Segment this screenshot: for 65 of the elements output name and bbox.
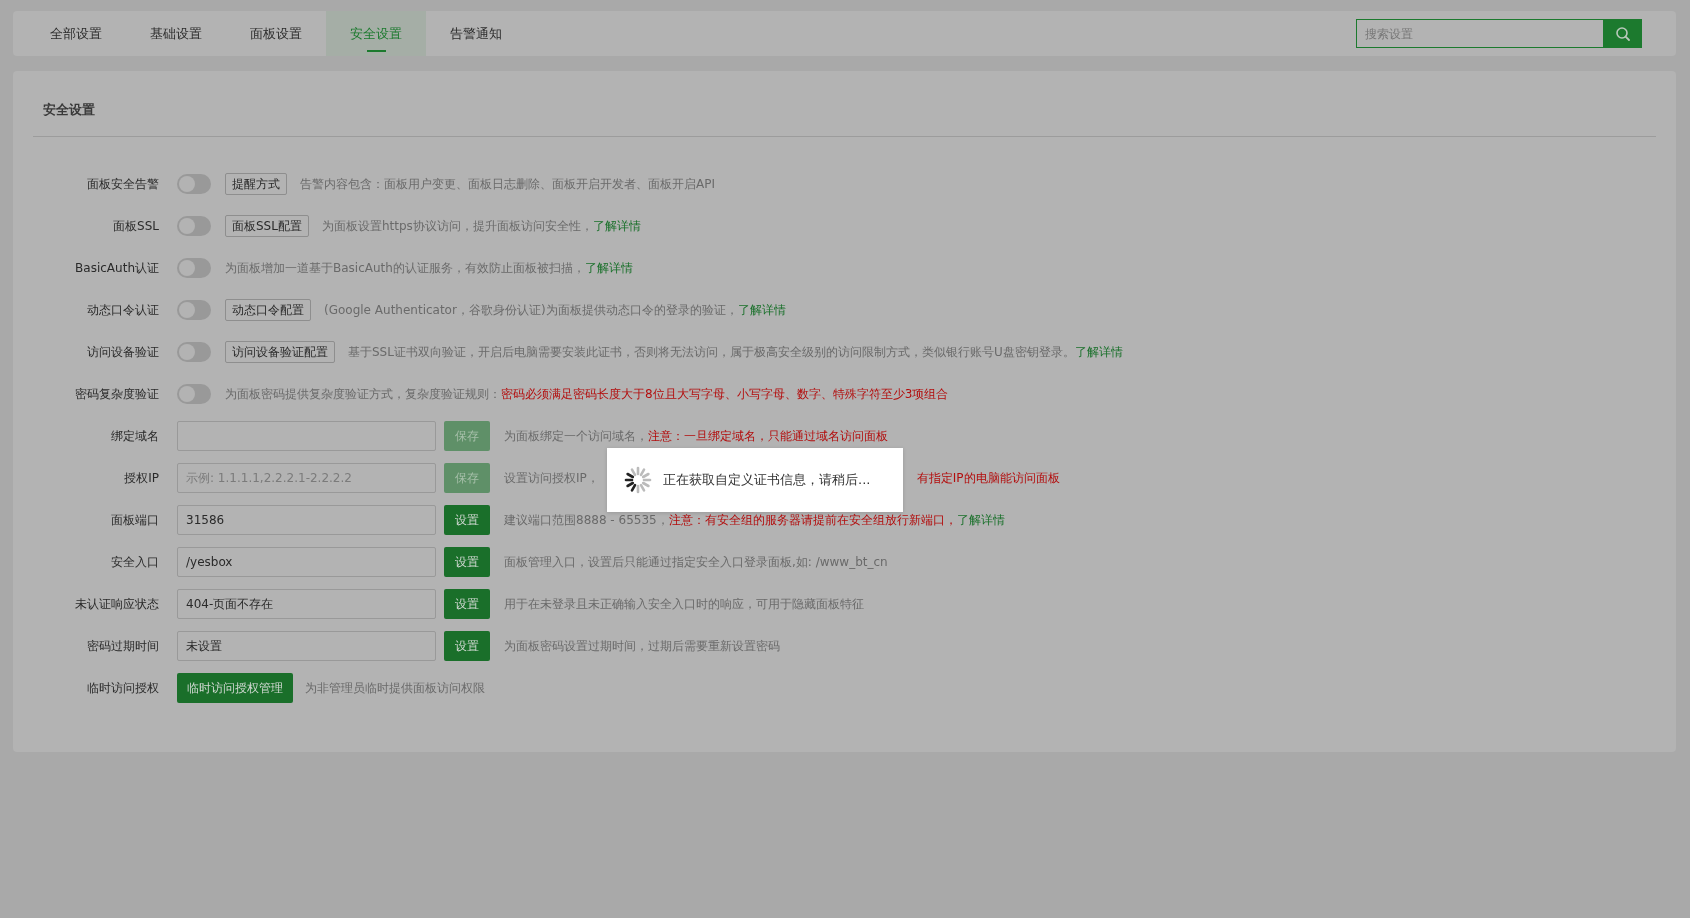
settings-tab[interactable]: 安全设置 — [326, 11, 426, 56]
description-text: 面板管理入口，设置后只能通过指定安全入口登录面板,如: /www_bt_cn — [504, 553, 888, 571]
section-title: 安全设置 — [42, 101, 95, 119]
settings-tab[interactable]: 面板设置 — [226, 11, 326, 56]
setting-label: 面板安全告警 — [86, 175, 159, 193]
search-button[interactable] — [1604, 19, 1642, 48]
settings-tab[interactable]: 基础设置 — [126, 11, 226, 56]
setting-label: 密码复杂度验证 — [74, 385, 159, 403]
setting-label: 访问设备验证 — [86, 343, 159, 361]
config-button[interactable]: 面板SSL配置 — [225, 215, 309, 237]
details-link[interactable]: 了解详情 — [1074, 343, 1123, 361]
setting-label: 密码过期时间 — [86, 637, 159, 655]
config-button[interactable]: 提醒方式 — [225, 173, 287, 195]
setting-label: 面板SSL — [112, 217, 159, 235]
search-icon — [1615, 25, 1631, 42]
set-button[interactable]: 设置 — [444, 589, 490, 619]
details-link[interactable]: 了解详情 — [592, 217, 641, 235]
input-field[interactable]: 未设置 — [177, 631, 436, 661]
description-text: 为面板增加一道基于BasicAuth的认证服务，有效防止面板被扫描， — [225, 259, 585, 277]
details-link[interactable]: 了解详情 — [737, 301, 786, 319]
description-text: 用于在未登录且未正确输入安全入口时的响应，可用于隐藏面板特征 — [504, 595, 864, 613]
description-text: 为面板设置https协议访问，提升面板访问安全性， — [321, 217, 593, 235]
toggle-switch[interactable] — [177, 174, 211, 194]
setting-label: 临时访问授权 — [86, 679, 159, 697]
warning-text: 密码必须满足密码长度大于8位且大写字母、小写字母、数字、特殊字符至少3项组合 — [501, 385, 949, 403]
description-text: 告警内容包含：面板用户变更、面板日志删除、面板开启开发者、面板开启API — [300, 175, 715, 193]
config-button[interactable]: 访问设备验证配置 — [225, 341, 335, 363]
input-field[interactable]: 31586 — [177, 505, 436, 535]
setting-label: 绑定域名 — [110, 427, 159, 445]
setting-label: 面板端口 — [110, 511, 159, 529]
details-link[interactable]: 了解详情 — [956, 511, 1005, 529]
description-text: 为面板密码提供复杂度验证方式，复杂度验证规则： — [225, 385, 501, 403]
loading-message: 正在获取自定义证书信息，请稍后... — [663, 471, 871, 489]
setting-label: BasicAuth认证 — [74, 259, 159, 277]
warning-text: 注意：一旦绑定域名，只能通过域名访问面板 — [648, 427, 888, 445]
toggle-switch[interactable] — [177, 342, 211, 362]
description-text: 建议端口范围8888 - 65535， — [504, 511, 669, 529]
details-link[interactable]: 了解详情 — [584, 259, 633, 277]
toggle-switch[interactable] — [177, 384, 211, 404]
description-text: 为非管理员临时提供面板访问权限 — [305, 679, 485, 697]
settings-tab[interactable]: 全部设置 — [26, 11, 126, 56]
set-button[interactable]: 设置 — [444, 631, 490, 661]
description-text: 为面板密码设置过期时间，过期后需要重新设置密码 — [504, 637, 780, 655]
setting-label: 动态口令认证 — [86, 301, 159, 319]
spinner-icon — [623, 465, 653, 495]
manage-button[interactable]: 临时访问授权管理 — [177, 673, 293, 703]
set-button[interactable]: 设置 — [444, 547, 490, 577]
description-text: 为面板绑定一个访问域名， — [504, 427, 648, 445]
setting-label: 授权IP — [123, 469, 159, 487]
warning-text: 有指定IP的电脑能访问面板 — [916, 469, 1060, 487]
toggle-switch[interactable] — [177, 216, 211, 236]
toggle-switch[interactable] — [177, 258, 211, 278]
config-button[interactable]: 动态口令配置 — [225, 299, 311, 321]
input-field[interactable]: 404-页面不存在 — [177, 589, 436, 619]
setting-label: 未认证响应状态 — [74, 595, 159, 613]
warning-text: 注意：有安全组的服务器请提前在安全组放行新端口， — [668, 511, 957, 529]
input-field[interactable] — [177, 421, 436, 451]
description-text: 基于SSL证书双向验证，开启后电脑需要安装此证书，否则将无法访问，属于极高安全级别的访问限制方式，类似银行账号U盘密钥登录。 — [348, 343, 1075, 361]
set-button[interactable]: 设置 — [444, 505, 490, 535]
input-field[interactable]: /yesbox — [177, 547, 436, 577]
setting-label: 安全入口 — [110, 553, 159, 571]
description-text: (Google Authenticator，谷歌身份认证)为面板提供动态口令的登录的验证， — [324, 301, 738, 319]
description-text: 设置访问授权IP， — [504, 469, 599, 487]
toggle-switch[interactable] — [177, 300, 211, 320]
settings-tab[interactable]: 告警通知 — [426, 11, 526, 56]
